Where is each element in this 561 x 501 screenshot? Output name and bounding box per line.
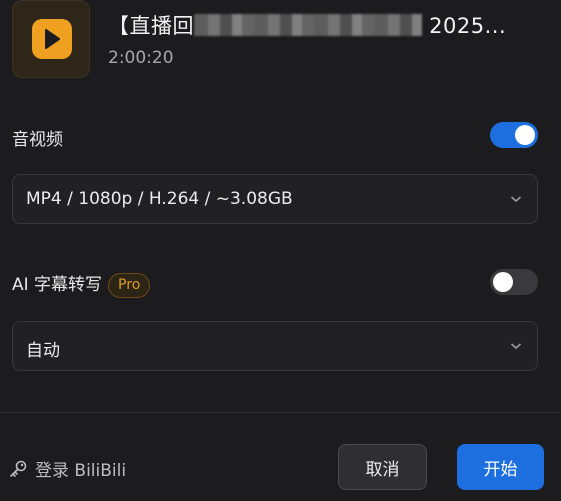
language-select[interactable]: 自动: [12, 321, 538, 371]
start-button[interactable]: 开始: [457, 444, 544, 490]
key-icon: [10, 460, 27, 477]
cancel-button[interactable]: 取消: [338, 444, 427, 490]
ai-subtitle-label: AI 字幕转写 Pro: [12, 270, 151, 298]
format-select-value: MP4 / 1080p / H.264 / ~3.08GB: [26, 189, 293, 209]
login-label: 登录 BiliBili: [35, 461, 127, 481]
format-select[interactable]: MP4 / 1080p / H.264 / ~3.08GB: [12, 174, 538, 224]
video-header: 【直播回 2025... 2:00:20: [12, 0, 561, 80]
chevron-down-icon: [510, 196, 522, 203]
video-title: 【直播回 2025...: [108, 14, 507, 38]
footer-divider: [0, 412, 561, 413]
language-select-value: 自动: [26, 341, 60, 361]
redacted-title-text: [194, 14, 422, 36]
toggle-knob: [515, 125, 535, 145]
chevron-down-icon: [510, 343, 522, 350]
audio-video-toggle[interactable]: [490, 122, 538, 148]
video-duration: 2:00:20: [108, 48, 174, 68]
login-link[interactable]: 登录 BiliBili: [8, 456, 126, 481]
play-logo-icon: [32, 19, 72, 59]
audio-video-label: 音视频: [12, 130, 63, 150]
pro-badge: Pro: [108, 273, 151, 298]
ai-subtitle-toggle[interactable]: [490, 269, 538, 295]
toggle-knob: [493, 272, 513, 292]
video-thumbnail: [12, 0, 90, 78]
